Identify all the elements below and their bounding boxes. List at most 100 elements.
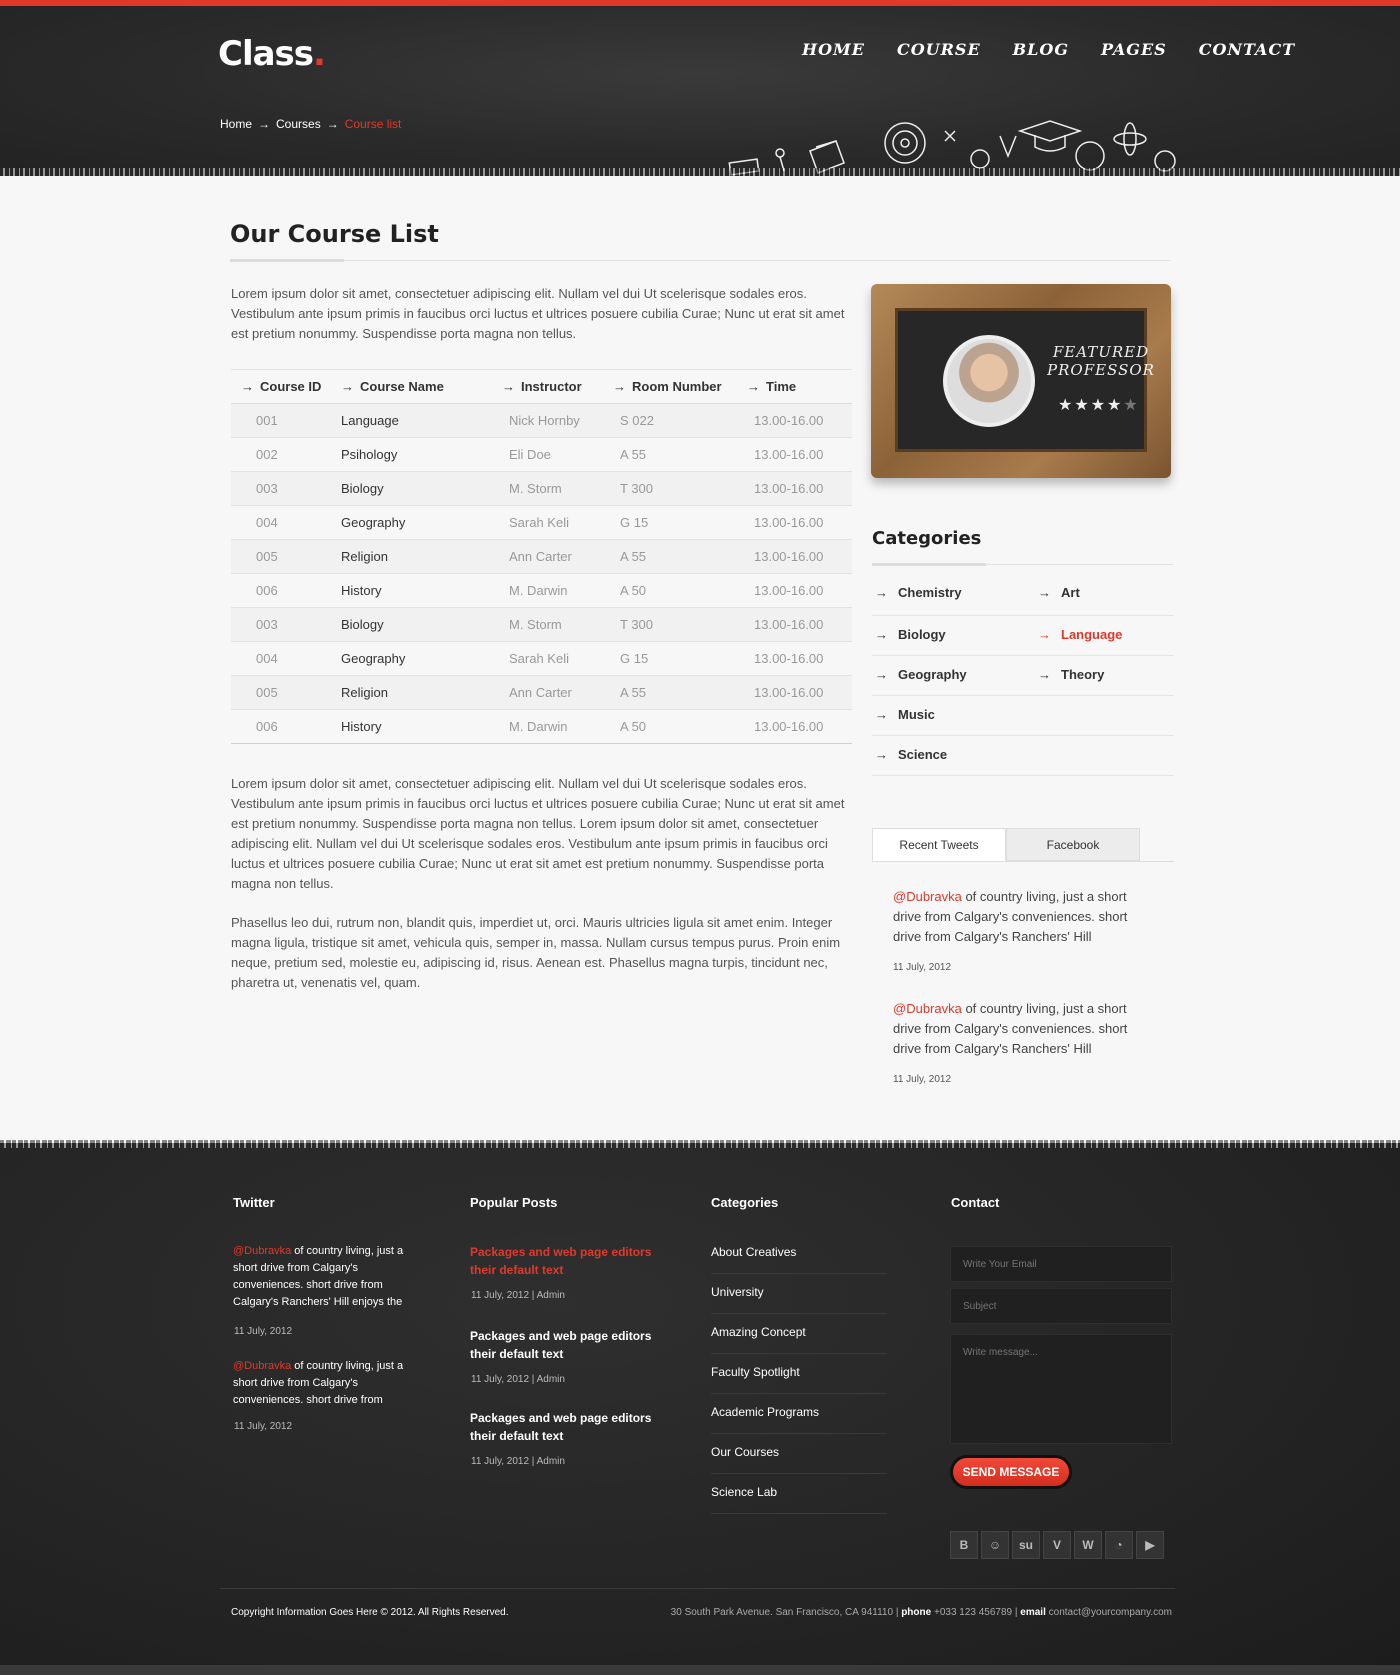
nav-pages[interactable]: PAGES: [1101, 40, 1167, 59]
header-torn-edge: [0, 168, 1400, 176]
table-row[interactable]: 006 History M. Darwin A 50 13.00-16.00: [231, 709, 852, 744]
featured-professor-card[interactable]: FEATURED PROFESSOR ★★★★★: [871, 284, 1171, 478]
footer-popular-posts-title: Popular Posts: [470, 1195, 558, 1210]
stumbleupon-icon[interactable]: su: [1012, 1531, 1040, 1559]
breadcrumb-courses[interactable]: Courses: [276, 117, 321, 131]
cell-time: 13.00-16.00: [737, 573, 852, 608]
popular-post-link[interactable]: Packages and web page editors their defa…: [470, 1327, 660, 1363]
cell-room: A 50: [603, 573, 737, 608]
phone-label: phone: [901, 1607, 932, 1618]
col-room-number[interactable]: → Room Number: [603, 369, 737, 404]
cell-time: 13.00-16.00: [737, 607, 852, 642]
footer-category-divider: [711, 1273, 887, 1274]
category-biology[interactable]: → Biology: [875, 627, 946, 642]
col-course-id[interactable]: → Course ID: [231, 369, 331, 404]
footer-category-link[interactable]: Our Courses: [711, 1445, 779, 1459]
youtube-icon[interactable]: ▶: [1136, 1531, 1164, 1559]
logo[interactable]: Class.: [218, 34, 326, 74]
contact-message-input[interactable]: [950, 1334, 1172, 1444]
cell-room: A 55: [603, 437, 737, 472]
table-row[interactable]: 004 Geography Sarah Keli G 15 13.00-16.00: [231, 505, 852, 540]
category-chemistry[interactable]: → Chemistry: [875, 585, 962, 600]
cell-time: 13.00-16.00: [737, 709, 852, 744]
popular-post-link[interactable]: Packages and web page editors their defa…: [470, 1409, 660, 1445]
cell-instructor: M. Darwin: [492, 709, 603, 744]
cell-instructor: M. Storm: [492, 471, 603, 506]
cell-instructor: Nick Hornby: [492, 403, 603, 438]
arrow-right-icon: →: [1038, 585, 1051, 600]
tweet-handle[interactable]: @Dubravka: [893, 1001, 962, 1016]
page-title: Our Course List: [230, 220, 439, 248]
footer-category-link[interactable]: Amazing Concept: [711, 1325, 806, 1339]
category-music[interactable]: → Music: [875, 707, 935, 722]
tweet-handle[interactable]: @Dubravka: [893, 889, 962, 904]
cell-course-name: Geography: [331, 505, 492, 540]
footer-category-link[interactable]: About Creatives: [711, 1245, 796, 1259]
cell-instructor: Sarah Keli: [492, 505, 603, 540]
col-instructor[interactable]: → Instructor: [492, 369, 603, 404]
contact-email-input[interactable]: [950, 1246, 1172, 1282]
cell-id: 001: [231, 403, 331, 438]
nav-home[interactable]: HOME: [802, 40, 865, 59]
vimeo-icon[interactable]: V: [1043, 1531, 1071, 1559]
footer-category-link[interactable]: Faculty Spotlight: [711, 1365, 800, 1379]
star-icon: ★: [1058, 397, 1075, 414]
popular-post-link[interactable]: Packages and web page editors their defa…: [470, 1243, 660, 1279]
tweet-handle[interactable]: @Dubravka: [233, 1245, 291, 1257]
table-row[interactable]: 002 Psihology Eli Doe A 55 13.00-16.00: [231, 437, 852, 472]
footer-category-divider: [711, 1433, 887, 1434]
category-theory[interactable]: → Theory: [1038, 667, 1104, 682]
contact-subject-input[interactable]: [950, 1288, 1172, 1324]
rss-icon[interactable]: ◔: [1105, 1531, 1133, 1559]
table-row[interactable]: 003 Biology M. Storm T 300 13.00-16.00: [231, 607, 852, 642]
arrow-right-icon: →: [613, 379, 626, 394]
footer-tweet-text: @Dubravka of country living, just a shor…: [233, 1245, 404, 1308]
cell-room: T 300: [603, 471, 737, 506]
table-row[interactable]: 005 Religion Ann Carter A 55 13.00-16.00: [231, 539, 852, 574]
popular-post-meta: 11 July, 2012 | Admin: [471, 1456, 565, 1467]
footer-category-link[interactable]: Academic Programs: [711, 1405, 819, 1419]
table-row[interactable]: 001 Language Nick Hornby S 022 13.00-16.00: [231, 403, 852, 438]
cell-course-name: Geography: [331, 641, 492, 676]
cell-instructor: M. Storm: [492, 607, 603, 642]
category-geography[interactable]: → Geography: [875, 667, 967, 682]
cell-time: 13.00-16.00: [737, 471, 852, 506]
category-language[interactable]: → Language: [1038, 627, 1122, 642]
table-row[interactable]: 005 Religion Ann Carter A 55 13.00-16.00: [231, 675, 852, 710]
table-row[interactable]: 004 Geography Sarah Keli G 15 13.00-16.00: [231, 641, 852, 676]
blogger-icon[interactable]: B: [950, 1531, 978, 1559]
footer-category-link[interactable]: Science Lab: [711, 1485, 777, 1499]
footer-category-link[interactable]: University: [711, 1285, 764, 1299]
star-icon: ★: [1074, 397, 1091, 414]
tab-divider: [872, 861, 1174, 862]
nav-blog[interactable]: BLOG: [1013, 40, 1069, 59]
email-link[interactable]: contact@yourcompany.com: [1049, 1607, 1172, 1618]
tweet-handle[interactable]: @Dubravka: [233, 1360, 291, 1372]
category-art[interactable]: → Art: [1038, 585, 1080, 600]
cell-course-name: History: [331, 573, 492, 608]
cell-room: A 50: [603, 709, 737, 744]
nav-course[interactable]: COURSE: [897, 40, 981, 59]
cell-id: 006: [231, 573, 331, 608]
cell-course-name: Religion: [331, 539, 492, 574]
tab-facebook[interactable]: Facebook: [1006, 828, 1140, 861]
col-course-name[interactable]: → Course Name: [331, 369, 492, 404]
popular-post-meta: 11 July, 2012 | Admin: [471, 1374, 565, 1385]
col-time[interactable]: → Time: [737, 369, 852, 404]
category-science[interactable]: → Science: [875, 747, 947, 762]
arrow-right-icon: →: [875, 585, 888, 600]
email-label: email: [1020, 1607, 1046, 1618]
table-row[interactable]: 003 Biology M. Storm T 300 13.00-16.00: [231, 471, 852, 506]
cell-id: 003: [231, 607, 331, 642]
star-icon: ★: [1090, 397, 1108, 414]
reddit-icon[interactable]: ☺: [981, 1531, 1009, 1559]
breadcrumb-home[interactable]: Home: [220, 117, 252, 131]
wordpress-icon[interactable]: W: [1074, 1531, 1102, 1559]
tab-recent-tweets[interactable]: Recent Tweets: [872, 828, 1006, 861]
table-row[interactable]: 006 History M. Darwin A 50 13.00-16.00: [231, 573, 852, 608]
nav-contact[interactable]: CONTACT: [1199, 40, 1295, 59]
send-message-button[interactable]: SEND MESSAGE: [950, 1455, 1072, 1489]
tweet-text: @Dubravka of country living, just a shor…: [893, 1001, 1128, 1056]
arrow-right-icon: →: [258, 117, 271, 131]
rating-stars: ★★★★★: [1058, 395, 1140, 415]
